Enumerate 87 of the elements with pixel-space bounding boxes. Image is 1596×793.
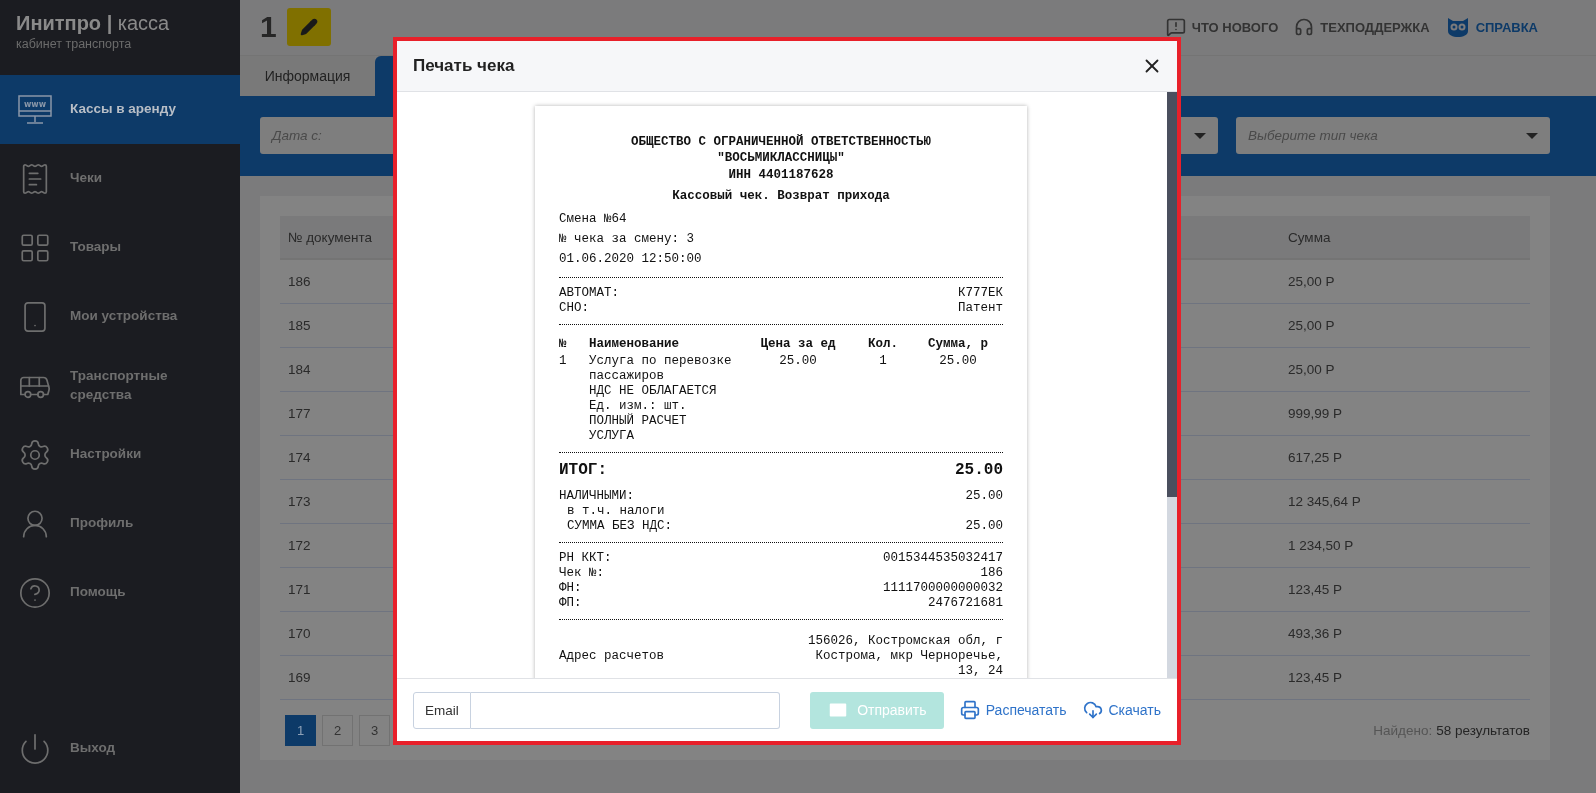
action-link[interactable]: Скачать xyxy=(1082,700,1161,720)
receipt-cell-text: 1 xyxy=(878,353,888,370)
table-cell: 493,36 Р xyxy=(1288,626,1343,641)
receipt-line: № чека за смену: 3 xyxy=(559,230,696,248)
receipt-column-header: Наименование xyxy=(589,336,680,352)
settings-icon xyxy=(18,437,52,472)
sidebar-item[interactable]: Настройки xyxy=(0,420,240,489)
page-button[interactable]: 3 xyxy=(359,714,390,746)
table-cell: 174 xyxy=(288,450,311,465)
receipt-header-line: "ВОСЬМИКЛАССНИЦЫ" xyxy=(716,150,846,167)
header-link[interactable]: СПРАВКА xyxy=(1445,17,1538,38)
receipt-line: РН ККТ: 0015344535032417 xyxy=(559,550,1003,566)
sidebar-item[interactable]: Товары xyxy=(0,213,240,282)
results-count: 58 результатов xyxy=(1436,722,1530,738)
receipt-line: 01.06.2020 12:50:00 xyxy=(559,250,703,268)
receipt-cell-text: 1 xyxy=(559,353,568,370)
receipt-line: НАЛИЧНЫМИ: 25.00 xyxy=(559,488,1003,504)
receipt-line: АВТОМАТ: К777ЕК xyxy=(559,285,1003,301)
receipt-line: в т.ч. налоги xyxy=(566,503,666,519)
table-cell: 177 xyxy=(288,406,311,421)
table-cell: 171 xyxy=(288,582,311,597)
receipt-title: Кассовый чек. Возврат прихода xyxy=(671,188,891,203)
cloud-download-icon xyxy=(1082,700,1103,720)
table-cell: 123,45 Р xyxy=(1288,670,1343,685)
table-cell: 184 xyxy=(288,362,311,377)
column-header: Сумма xyxy=(1288,229,1331,245)
table-cell: 25,00 Р xyxy=(1288,318,1335,333)
table-cell: 12 345,64 Р xyxy=(1288,494,1361,509)
receipt-header-line: ОБЩЕСТВО С ОГРАНИЧЕННОЙ ОТВЕТСТВЕННОСТЬЮ xyxy=(629,134,933,151)
receipt-line: ФН: 1111700000000032 xyxy=(559,580,1003,596)
table-cell: 1 234,50 Р xyxy=(1288,538,1354,553)
table-cell: 169 xyxy=(288,670,311,685)
page-button[interactable]: 2 xyxy=(322,714,353,746)
receipt-header-line: ИНН 4401187628 xyxy=(727,166,835,183)
table-cell: 173 xyxy=(288,494,311,509)
receipt-cell-text: 25.00 xyxy=(938,353,978,370)
receipt-line: СНО: Патент xyxy=(559,300,1003,316)
receipt-line: Чек №: 186 xyxy=(559,565,1003,581)
table-cell: 123,45 Р xyxy=(1288,582,1343,597)
header-link[interactable]: ЧТО НОВОГО xyxy=(1165,17,1279,38)
edit-button[interactable] xyxy=(286,8,331,47)
sidebar-item[interactable]: Транспортные средства xyxy=(0,351,240,420)
action-link[interactable]: Распечатать xyxy=(959,700,1067,720)
table-cell: 185 xyxy=(288,318,311,333)
email-input[interactable] xyxy=(470,691,781,729)
receipt-item-name: Услуга по перевозке пассажиров НДС НЕ ОБЛАГАЕТСЯ Ед. изм.: шт. ПОЛНЫЙ РАСЧЕТ УСЛУГА xyxy=(589,353,733,444)
table-cell: 172 xyxy=(288,538,311,553)
header-link[interactable]: ТЕХПОДДЕРЖКА xyxy=(1294,17,1430,38)
receipt-column-header: № xyxy=(559,336,568,352)
dialog-title: Печать чека xyxy=(413,56,515,76)
page-title: 1 xyxy=(260,10,277,45)
table-cell: 617,25 Р xyxy=(1288,450,1343,465)
scrollbar[interactable] xyxy=(1167,92,1177,678)
page-button[interactable]: 1 xyxy=(285,714,316,746)
column-header: № документа xyxy=(288,229,373,245)
sidebar-item[interactable]: www Кассы в аренду xyxy=(0,75,240,144)
table-cell: 170 xyxy=(288,626,311,641)
table-cell: 999,99 Р xyxy=(1288,406,1343,421)
logout-item[interactable]: Выход xyxy=(0,714,240,783)
owl-icon xyxy=(1445,17,1470,38)
email-label: Email xyxy=(413,691,471,729)
alert-icon xyxy=(1165,17,1186,38)
receipt-cell-text: 25.00 xyxy=(778,353,818,370)
power-icon xyxy=(18,731,52,766)
receipt-line: ФП: 2476721681 xyxy=(559,595,1003,611)
receipt-column-header: Сумма, р xyxy=(927,336,989,352)
brand-subtitle: кабинет транспорта xyxy=(16,37,133,51)
caret-icon xyxy=(1194,133,1206,139)
brand-title: Инитпро | касса xyxy=(16,12,171,35)
printer-icon xyxy=(959,700,980,720)
sidebar-item[interactable]: Чеки xyxy=(0,144,240,213)
caret-icon xyxy=(1526,133,1538,139)
receipt-column-header: Цена за ед xyxy=(759,336,837,352)
help-icon xyxy=(18,575,52,610)
headset-icon xyxy=(1294,17,1315,38)
receipt-column-header: Кол. xyxy=(867,336,899,352)
receipt-total: ИТОГ: 25.00 xyxy=(559,460,1003,479)
sidebar-item[interactable]: Помощь xyxy=(0,558,240,627)
table-cell: 25,00 Р xyxy=(1288,274,1335,289)
receipt-line: Смена №64 xyxy=(559,210,628,228)
table-cell: 186 xyxy=(288,274,311,289)
sidebar-item[interactable]: Мои устройства xyxy=(0,282,240,351)
table-cell: 25,00 Р xyxy=(1288,362,1335,377)
sidebar-item[interactable]: Профиль xyxy=(0,489,240,558)
receipt-line: СУММА БЕЗ НДС: 25.00 xyxy=(566,518,1003,534)
pencil-icon xyxy=(299,18,318,37)
receipt-line: Адрес расчетов 156026, Костромская обл, г Кострома, мкр Черноречье, 13, 24 xyxy=(559,632,1003,678)
